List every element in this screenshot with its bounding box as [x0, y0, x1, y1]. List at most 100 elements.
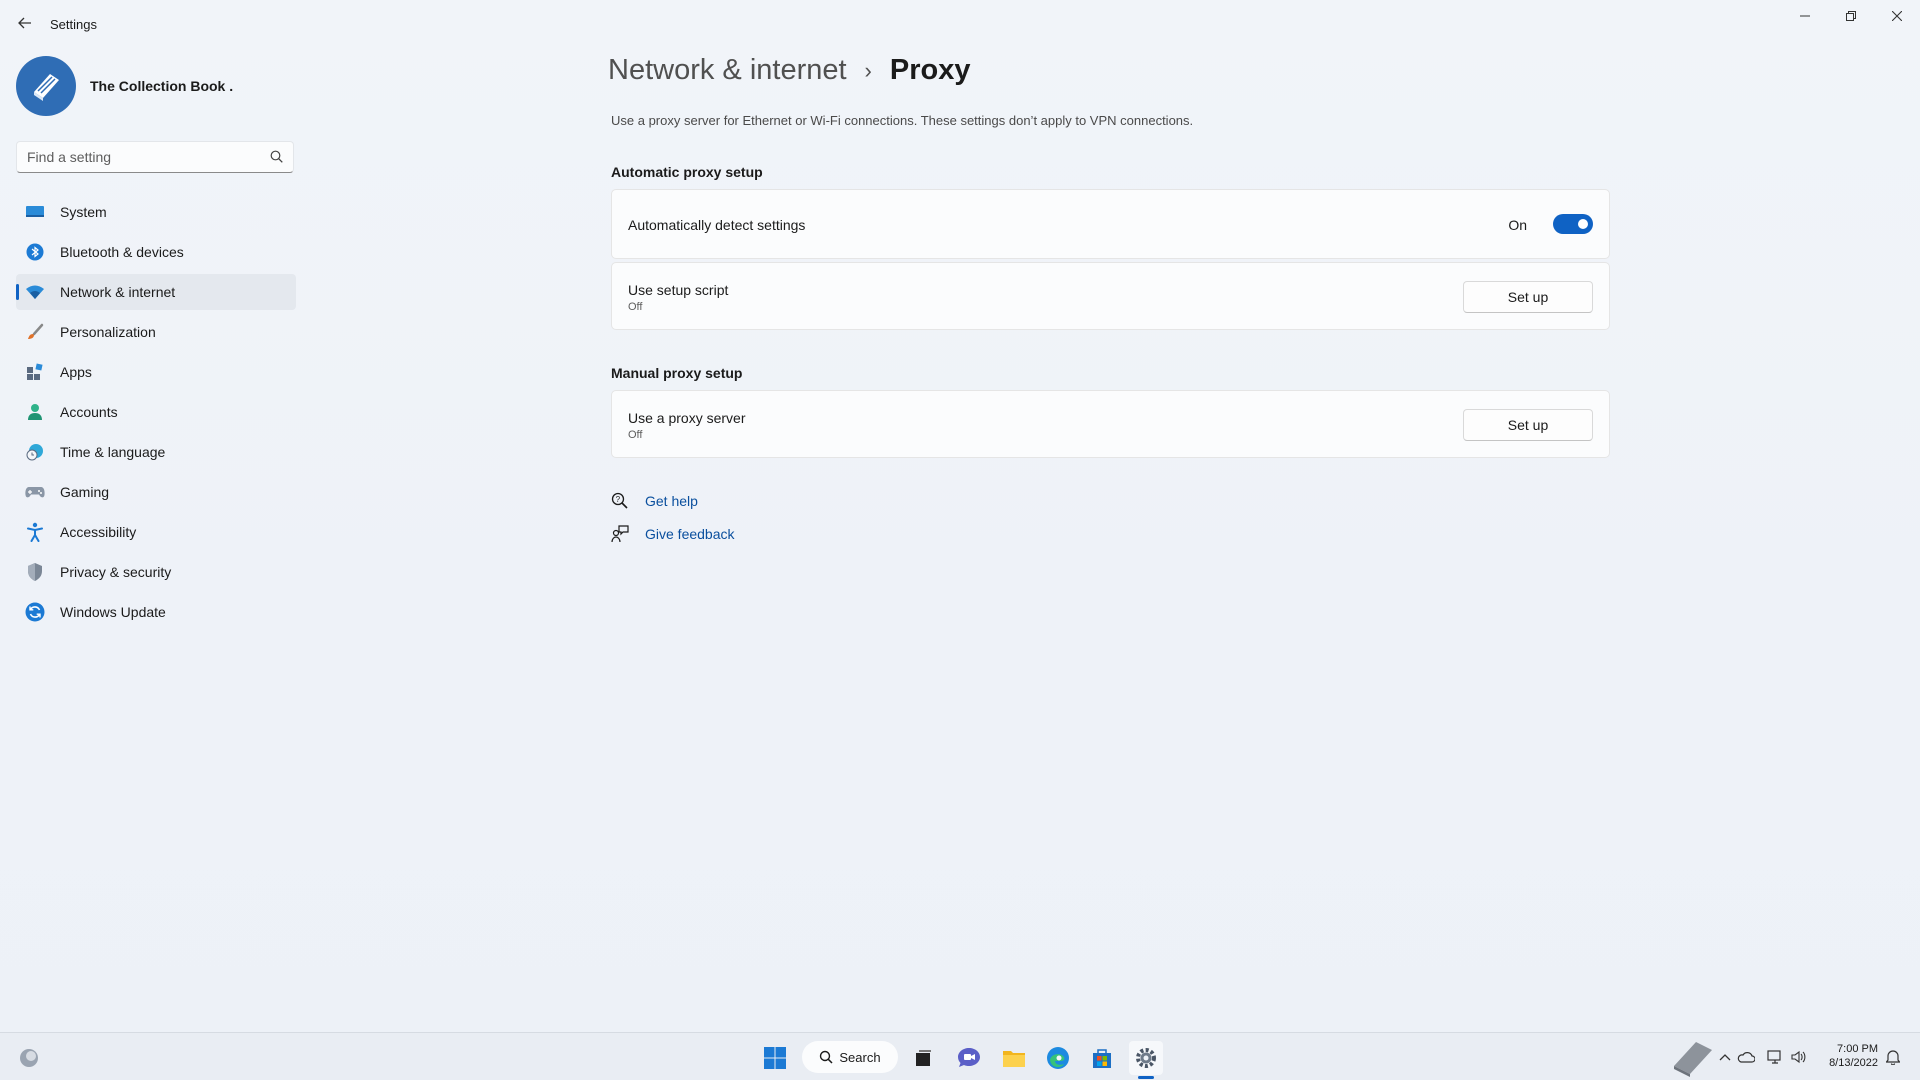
proxy-server-setup-button[interactable]: Set up: [1463, 409, 1593, 441]
card-proxy-server: Use a proxy server Off Set up: [611, 390, 1610, 458]
clock[interactable]: 7:00 PM 8/13/2022: [1812, 1042, 1878, 1070]
file-explorer-button[interactable]: [997, 1041, 1031, 1075]
sidebar-item-privacy-security[interactable]: Privacy & security: [16, 554, 296, 590]
book-icon: [34, 74, 59, 101]
brush-icon: [24, 321, 46, 343]
sidebar-item-label: Gaming: [60, 484, 110, 500]
breadcrumb: Network & internet › Proxy: [608, 54, 970, 87]
close-icon: [1892, 11, 1902, 21]
sidebar-item-label: Accessibility: [60, 524, 137, 540]
give-feedback-link[interactable]: Give feedback: [611, 525, 735, 543]
minimize-button[interactable]: [1782, 0, 1828, 32]
setup-script-status: Off: [628, 301, 643, 313]
auto-detect-title: Automatically detect settings: [628, 217, 806, 233]
clock-date: 8/13/2022: [1829, 1057, 1878, 1069]
task-view-icon: [916, 1050, 931, 1066]
system-icon: [24, 201, 46, 223]
profile[interactable]: The Collection Book .: [16, 56, 233, 116]
search-box[interactable]: [16, 141, 294, 173]
chat-icon: [958, 1048, 980, 1067]
sidebar-item-label: Privacy & security: [60, 564, 172, 580]
sidebar-item-accounts[interactable]: Accounts: [16, 394, 296, 430]
restore-icon: [1846, 11, 1856, 21]
sidebar-item-label: Network & internet: [60, 284, 176, 300]
edge-button[interactable]: [1041, 1041, 1075, 1075]
sidebar-item-label: Bluetooth & devices: [60, 244, 184, 260]
search-icon: [270, 150, 283, 163]
shield-icon: [24, 561, 46, 583]
active-app-indicator: [1138, 1076, 1154, 1079]
taskbar-search-label: Search: [839, 1049, 881, 1065]
search-input[interactable]: [27, 142, 267, 172]
proxy-server-title: Use a proxy server: [628, 410, 746, 426]
sidebar-item-accessibility[interactable]: Accessibility: [16, 514, 296, 550]
store-button[interactable]: [1085, 1041, 1119, 1075]
gear-icon: [1136, 1048, 1156, 1068]
sidebar-item-label: Apps: [60, 364, 92, 380]
sidebar-item-label: System: [60, 204, 107, 220]
settings-app-button[interactable]: [1129, 1041, 1163, 1075]
sidebar-item-network[interactable]: Network & internet: [16, 274, 296, 310]
sidebar-item-windows-update[interactable]: Windows Update: [16, 594, 296, 630]
setup-script-title: Use setup script: [628, 282, 729, 298]
search-icon: [820, 1050, 833, 1064]
sidebar-item-bluetooth[interactable]: Bluetooth & devices: [16, 234, 296, 270]
title-bar: Settings: [0, 0, 1920, 48]
gamepad-icon: [24, 481, 46, 503]
task-view-button[interactable]: [906, 1041, 940, 1075]
sidebar-item-label: Personalization: [60, 324, 156, 340]
page-title: Proxy: [889, 54, 971, 86]
section-title-manual: Manual proxy setup: [611, 365, 743, 381]
sidebar-item-gaming[interactable]: Gaming: [16, 474, 296, 510]
watermark-logo: [1670, 1036, 1716, 1078]
widgets-button[interactable]: [12, 1041, 46, 1075]
wifi-icon: [24, 281, 46, 303]
windows-logo-icon: [764, 1047, 786, 1069]
notifications-button[interactable]: [1884, 1048, 1902, 1066]
profile-name: The Collection Book .: [90, 78, 234, 94]
bell-icon: [1886, 1050, 1900, 1065]
sidebar-item-apps[interactable]: Apps: [16, 354, 296, 390]
sidebar-item-time-language[interactable]: Time & language: [16, 434, 296, 470]
book-watermark-icon: [1674, 1042, 1712, 1077]
onedrive-button[interactable]: [1737, 1048, 1755, 1066]
back-button[interactable]: [10, 8, 40, 38]
cloud-icon: [1737, 1052, 1755, 1063]
network-monitor-icon: [1767, 1050, 1781, 1064]
minimize-icon: [1800, 15, 1810, 17]
restore-button[interactable]: [1828, 0, 1874, 32]
update-icon: [24, 601, 46, 623]
help-icon: ?: [611, 492, 628, 509]
store-icon: [1093, 1049, 1111, 1068]
person-icon: [24, 401, 46, 423]
network-tray-button[interactable]: [1766, 1048, 1784, 1066]
volume-button[interactable]: [1789, 1048, 1807, 1066]
give-feedback-label[interactable]: Give feedback: [645, 526, 735, 542]
tray-overflow-button[interactable]: [1716, 1048, 1734, 1066]
sidebar-nav: System Bluetooth & devices Network & int…: [16, 194, 296, 634]
taskbar-search[interactable]: Search: [802, 1041, 898, 1073]
proxy-server-status: Off: [628, 429, 643, 441]
svg-text:?: ?: [616, 495, 621, 504]
accessibility-icon: [24, 521, 46, 543]
section-title-automatic: Automatic proxy setup: [611, 164, 763, 180]
taskbar: Search: [0, 1032, 1920, 1080]
breadcrumb-parent[interactable]: Network & internet: [608, 54, 847, 87]
card-auto-detect: Automatically detect settings On: [611, 189, 1610, 259]
toggle-knob: [1578, 219, 1588, 229]
chevron-right-icon: ›: [864, 57, 872, 83]
sidebar-item-system[interactable]: System: [16, 194, 296, 230]
back-arrow-icon: [18, 17, 31, 29]
get-help-link[interactable]: ? Get help: [611, 492, 698, 510]
bluetooth-icon: [24, 241, 46, 263]
chat-button[interactable]: [952, 1041, 986, 1075]
auto-detect-toggle[interactable]: [1553, 214, 1593, 234]
sidebar-item-label: Windows Update: [60, 604, 166, 620]
sidebar-item-personalization[interactable]: Personalization: [16, 314, 296, 350]
chevron-up-icon: [1719, 1054, 1731, 1061]
close-button[interactable]: [1874, 0, 1920, 32]
setup-script-button[interactable]: Set up: [1463, 281, 1593, 313]
start-button[interactable]: [758, 1041, 792, 1075]
get-help-label[interactable]: Get help: [645, 493, 698, 509]
avatar: [16, 56, 76, 116]
